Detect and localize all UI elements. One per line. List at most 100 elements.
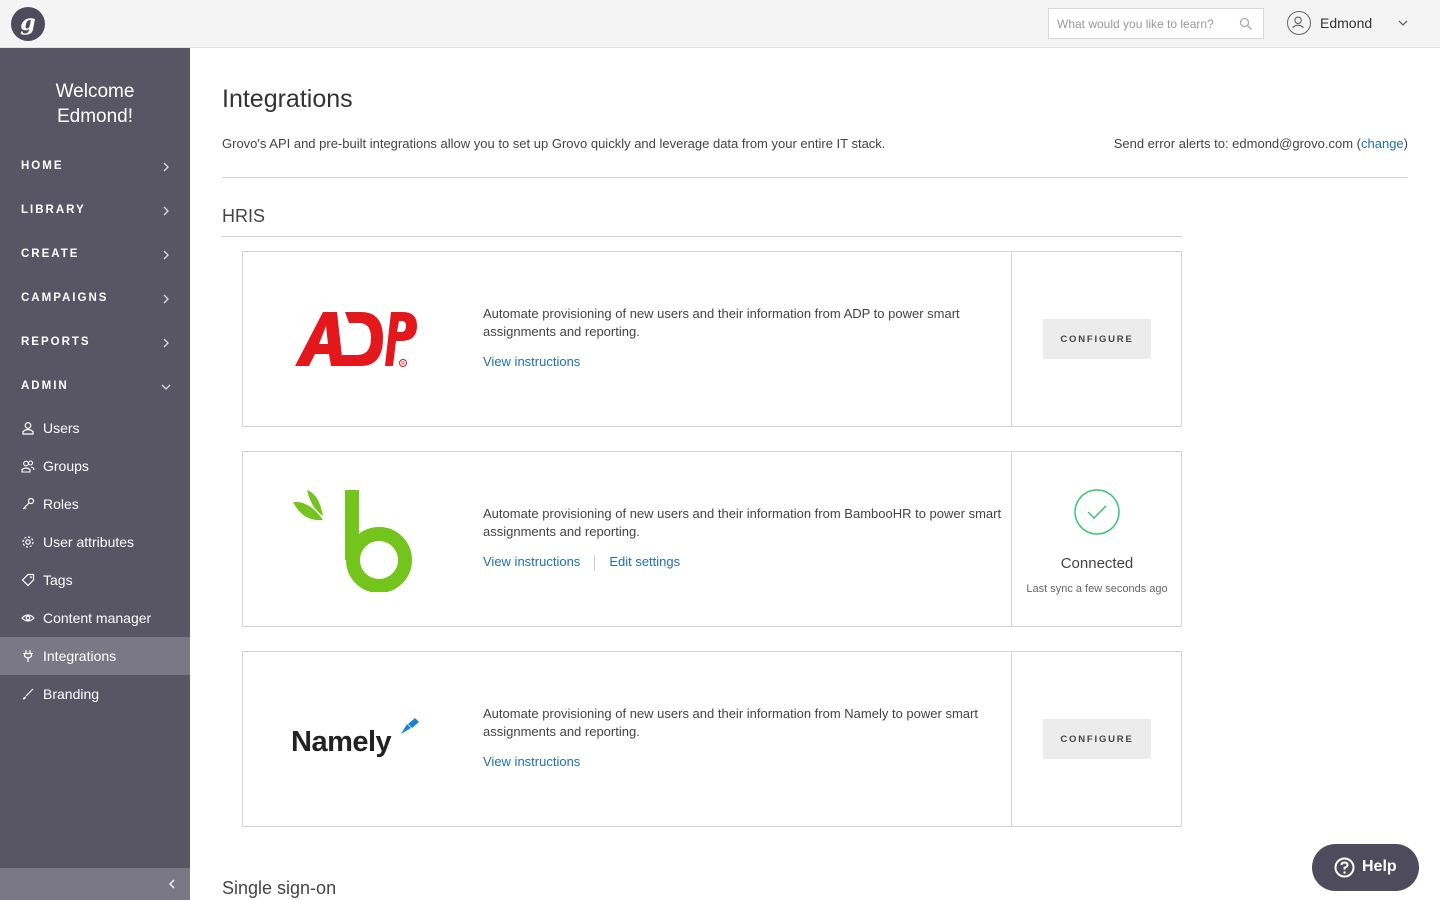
- search-icon[interactable]: [1239, 17, 1253, 31]
- configure-namely-button[interactable]: CONFIGURE: [1043, 719, 1151, 759]
- sidebar-item-roles[interactable]: Roles: [0, 485, 190, 523]
- section-title-hris: HRIS: [222, 206, 266, 226]
- sidebar-item-label: Tags: [43, 572, 73, 588]
- groups-icon: [21, 460, 35, 473]
- welcome-line-2: Edmond!: [56, 106, 134, 127]
- connected-status: Connected: [1060, 555, 1134, 572]
- nav-reports[interactable]: REPORTS: [0, 322, 190, 366]
- chevron-right-icon: [163, 162, 169, 172]
- adp-logo-mark: R: [295, 312, 417, 367]
- chevron-right-icon: [163, 338, 169, 348]
- sidebar-item-label: Groups: [43, 458, 89, 474]
- integration-card-adp: R Automate provisioning of new users and…: [242, 251, 1182, 427]
- sidebar-item-label: Users: [43, 420, 80, 436]
- user-icon: [22, 422, 34, 435]
- question-circle-icon: [1334, 857, 1355, 878]
- gear-icon: [22, 536, 34, 548]
- sidebar-item-user-attributes[interactable]: User attributes: [0, 523, 190, 561]
- integration-description: Automate provisioning of new users and t…: [483, 506, 1002, 539]
- chevron-right-icon: [163, 294, 169, 304]
- namely-wordmark: Namely: [291, 726, 392, 758]
- header-divider: [222, 177, 1408, 178]
- integration-action: CONFIGURE: [1011, 652, 1181, 826]
- welcome-line-1: Welcome: [55, 81, 135, 102]
- search-input[interactable]: [1049, 9, 1239, 38]
- link-separator: [594, 554, 596, 571]
- nav-campaigns[interactable]: CAMPAIGNS: [0, 278, 190, 322]
- section-title-sso: Single sign-on: [222, 878, 337, 898]
- last-sync-time: Last sync a few seconds ago: [1026, 583, 1168, 595]
- sidebar-item-integrations[interactable]: Integrations: [0, 637, 190, 675]
- integration-links: View instructions: [483, 354, 580, 369]
- help-button[interactable]: Help: [1312, 844, 1419, 891]
- user-name[interactable]: Edmond: [1320, 15, 1372, 31]
- sidebar-item-label: Content manager: [43, 610, 152, 626]
- sidebar-item-label: Integrations: [43, 648, 117, 664]
- user-avatar-icon[interactable]: [1287, 11, 1311, 35]
- bamboohr-logo: [243, 452, 473, 626]
- sidebar: Welcome Edmond! HOME LIBRARY CREATE CAMP…: [0, 48, 190, 900]
- sidebar-item-label: User attributes: [43, 534, 135, 550]
- change-email-link[interactable]: change: [1361, 136, 1404, 151]
- chevron-down-icon[interactable]: [1397, 17, 1409, 29]
- plug-icon: [23, 650, 33, 662]
- nav-create[interactable]: CREATE: [0, 234, 190, 278]
- view-instructions-link[interactable]: View instructions: [483, 554, 580, 569]
- check-circle-icon: [1074, 489, 1120, 535]
- integration-status: Connected Last sync a few seconds ago: [1011, 452, 1181, 626]
- integration-description: Automate provisioning of new users and t…: [483, 706, 978, 739]
- tag-icon: [21, 573, 35, 587]
- page-description: Grovo's API and pre-built integrations a…: [222, 136, 886, 151]
- sidebar-item-label: Branding: [43, 686, 100, 702]
- sidebar-item-content-manager[interactable]: Content manager: [0, 599, 190, 637]
- sidebar-item-branding[interactable]: Branding: [0, 675, 190, 713]
- brush-icon: [23, 688, 34, 700]
- view-instructions-link[interactable]: View instructions: [483, 354, 580, 369]
- sidebar-item-users[interactable]: Users: [0, 409, 190, 447]
- chevron-down-icon: [161, 384, 171, 390]
- integration-links: View instructions: [483, 754, 580, 769]
- adp-logo: R: [243, 252, 473, 426]
- main-content: Integrations Grovo's API and pre-built i…: [190, 48, 1440, 900]
- error-alerts-setting: Send error alerts to: edmond@grovo.com (…: [1114, 136, 1408, 151]
- welcome-message: Welcome Edmond!: [0, 79, 190, 129]
- nav-home-label: HOME: [21, 160, 64, 172]
- sidebar-collapse-button[interactable]: [0, 868, 190, 900]
- sidebar-item-tags[interactable]: Tags: [0, 561, 190, 599]
- configure-adp-button[interactable]: CONFIGURE: [1043, 319, 1151, 359]
- integration-action: CONFIGURE: [1011, 252, 1181, 426]
- sidebar-item-groups[interactable]: Groups: [0, 447, 190, 485]
- bamboohr-logo-mark: [293, 490, 412, 592]
- eye-icon: [21, 614, 35, 622]
- section-divider: [222, 236, 1182, 237]
- grovo-logo[interactable]: g: [11, 7, 45, 41]
- search-box[interactable]: [1048, 8, 1264, 39]
- chevron-left-icon[interactable]: [166, 878, 178, 890]
- view-instructions-link[interactable]: View instructions: [483, 754, 580, 769]
- sidebar-item-label: Roles: [43, 496, 79, 512]
- help-label: Help: [1362, 858, 1397, 875]
- integration-card-bamboohr: Automate provisioning of new users and t…: [242, 451, 1182, 627]
- nav-admin-label: ADMIN: [21, 380, 69, 392]
- key-icon: [22, 497, 35, 510]
- nav-library-label: LIBRARY: [21, 204, 86, 216]
- integration-links: View instructions Edit settings: [483, 554, 680, 571]
- chevron-right-icon: [163, 250, 169, 260]
- chevron-right-icon: [163, 206, 169, 216]
- svg-text:R: R: [401, 361, 405, 367]
- page-title: Integrations: [222, 85, 353, 113]
- nav-campaigns-label: CAMPAIGNS: [21, 292, 109, 304]
- nav-create-label: CREATE: [21, 248, 80, 260]
- nav-library[interactable]: LIBRARY: [0, 190, 190, 234]
- integration-description: Automate provisioning of new users and t…: [483, 306, 960, 339]
- nav-admin[interactable]: ADMIN: [0, 366, 190, 410]
- alerts-text: Send error alerts to: edmond@grovo.com (: [1113, 136, 1361, 151]
- nav-home[interactable]: HOME: [0, 146, 190, 190]
- top-bar: g Edmond: [0, 0, 1440, 48]
- user-menu[interactable]: Edmond: [1287, 11, 1427, 37]
- edit-settings-link[interactable]: Edit settings: [609, 554, 680, 569]
- namely-logo-mark: [401, 718, 419, 734]
- alerts-suffix: ): [1403, 136, 1408, 151]
- namely-logo: Namely: [243, 652, 473, 826]
- nav-reports-label: REPORTS: [21, 336, 91, 348]
